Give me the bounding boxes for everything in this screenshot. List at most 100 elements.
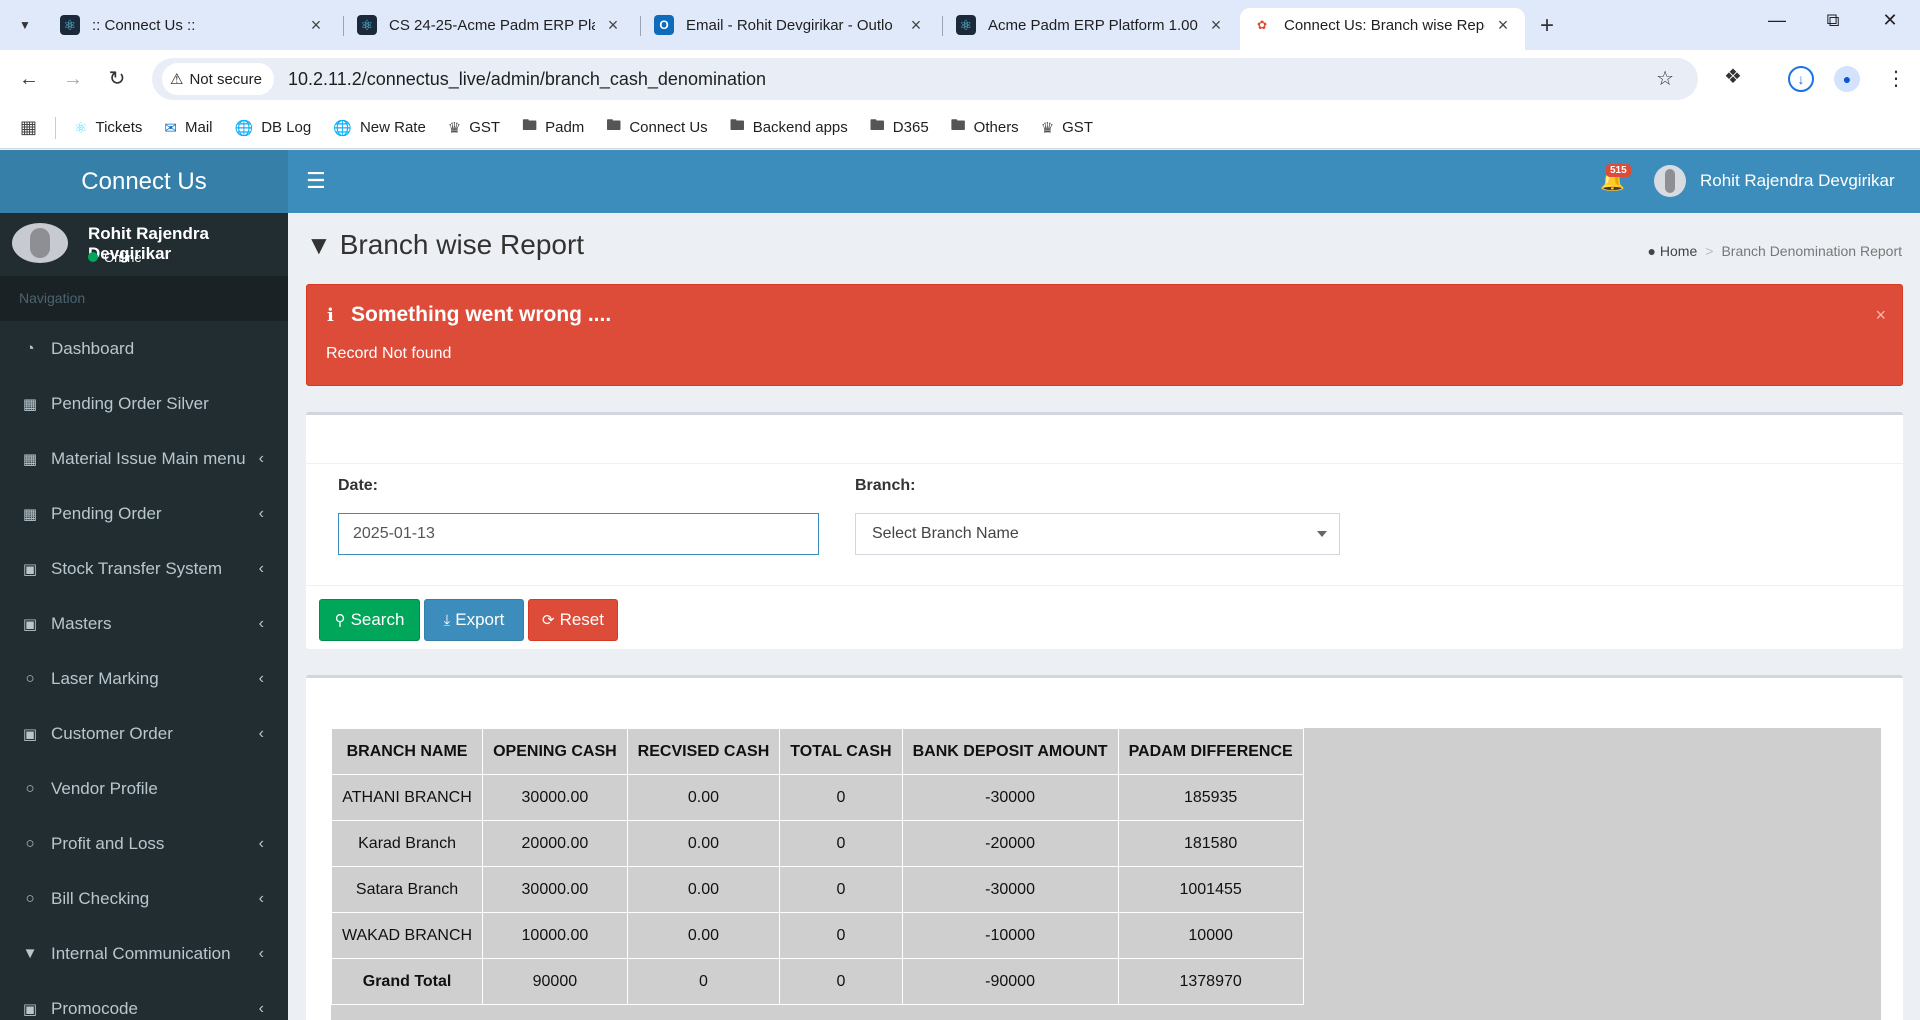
branch-select[interactable]: Select Branch Name bbox=[855, 513, 1340, 555]
sidebar-item-label: Promocode bbox=[51, 998, 138, 1018]
sidebar-item-vendor-profile[interactable]: ○ Vendor Profile bbox=[0, 761, 288, 816]
filter-icon: ▼ bbox=[306, 229, 332, 260]
sidebar-item-bill-checking[interactable]: ○ Bill Checking ‹ bbox=[0, 871, 288, 926]
sidebar-item-masters[interactable]: ▣ Masters ‹ bbox=[0, 596, 288, 651]
download-icon[interactable]: ↓ bbox=[1788, 66, 1814, 92]
bookmark-padm[interactable]: 🖿 Padm bbox=[522, 115, 584, 140]
top-navbar: ☰ 🔔 515 Rohit Rajendra Devgirikar bbox=[288, 150, 1920, 213]
minimize-button[interactable]: — bbox=[1762, 10, 1792, 31]
close-icon[interactable]: × bbox=[906, 15, 926, 36]
refresh-icon: ⟳ bbox=[542, 612, 555, 629]
table-row: WAKAD BRANCH 10000.00 0.00 0 -10000 10000 bbox=[330, 912, 1304, 959]
close-icon[interactable]: × bbox=[603, 15, 623, 36]
bookmark-d365[interactable]: 🖿 D365 bbox=[870, 115, 929, 140]
table-cell: -30000 bbox=[901, 866, 1119, 913]
error-alert: i Something went wrong .... Record Not f… bbox=[306, 284, 1903, 386]
table-header-row: BRANCH NAME OPENING CASH RECVISED CASH TOTA… bbox=[330, 728, 1304, 775]
column-header: BANK DEPOSIT AMOUNT bbox=[901, 728, 1119, 775]
alert-title: Something went wrong .... bbox=[351, 303, 612, 326]
folder-icon: 🖿 bbox=[522, 117, 538, 134]
table-cell: Satara Branch bbox=[330, 866, 484, 913]
bookmark-connect-us[interactable]: 🖿 Connect Us bbox=[606, 115, 707, 140]
sidebar-item-internal-communication[interactable]: ▼ Internal Communication ‹ bbox=[0, 926, 288, 981]
avatar[interactable] bbox=[1654, 165, 1686, 197]
sidebar-item-pending-order[interactable]: ▦ Pending Order ‹ bbox=[0, 486, 288, 541]
bookmark-others[interactable]: 🖿 Others bbox=[951, 115, 1019, 140]
reload-button[interactable]: ↻ bbox=[102, 64, 132, 94]
nav-header: Navigation bbox=[0, 276, 288, 321]
table-cell: -90000 bbox=[901, 958, 1119, 1005]
status-label: Online bbox=[104, 250, 142, 265]
header-user-name[interactable]: Rohit Rajendra Devgirikar bbox=[1700, 171, 1895, 191]
date-input[interactable]: 2025-01-13 bbox=[338, 513, 819, 555]
sidebar-item-stock-transfer-system[interactable]: ▣ Stock Transfer System ‹ bbox=[0, 541, 288, 596]
search-button[interactable]: ⚲ Search bbox=[319, 599, 420, 641]
extensions-icon[interactable]: ❖ bbox=[1724, 64, 1742, 89]
bookmark-tickets[interactable]: ⚛ Tickets bbox=[74, 119, 142, 137]
avatar bbox=[12, 223, 68, 263]
back-button[interactable]: ← bbox=[14, 64, 44, 94]
window-close-button[interactable]: ✕ bbox=[1875, 10, 1905, 31]
user-status: Online bbox=[88, 250, 142, 265]
export-button[interactable]: ⤓ Export bbox=[424, 599, 524, 641]
browser-tab[interactable]: ⚛ :: Connect Us :: × bbox=[48, 8, 338, 42]
page-title: ▼ Branch wise Report bbox=[306, 229, 584, 261]
bookmark-mail[interactable]: ✉ Mail bbox=[164, 119, 212, 137]
sidebar-item-customer-order[interactable]: ▣ Customer Order ‹ bbox=[0, 706, 288, 761]
column-header: PADAM DIFFERENCE bbox=[1117, 728, 1304, 775]
sidebar-item-profit-and-loss[interactable]: ○ Profit and Loss ‹ bbox=[0, 816, 288, 871]
bookmark-db-log[interactable]: 🌐 DB Log bbox=[235, 119, 312, 137]
browser-tab[interactable]: ⚛ CS 24-25-Acme Padm ERP Platf × bbox=[345, 8, 635, 42]
bookmark-gst-2[interactable]: ♛ GST bbox=[1041, 119, 1093, 137]
bookmarks-bar: ▦ ⚛ Tickets ✉ Mail 🌐 DB Log 🌐 New Rate ♛ GST … bbox=[0, 107, 1920, 149]
search-icon: ⚲ bbox=[334, 612, 346, 629]
close-icon[interactable]: × bbox=[306, 15, 326, 36]
table-cell: 20000.00 bbox=[482, 820, 628, 867]
table-icon: ▦ bbox=[22, 505, 38, 523]
sidebar-item-promocode[interactable]: ▣ Promocode ‹ bbox=[0, 981, 288, 1020]
sidebar-item-label: Profit and Loss bbox=[51, 833, 165, 853]
table-container: BRANCH NAME OPENING CASH RECVISED CASH TOTA… bbox=[330, 728, 1881, 1020]
forward-button[interactable]: → bbox=[58, 64, 88, 94]
new-tab-button[interactable]: + bbox=[1540, 12, 1554, 40]
sidebar-item-material-issue-main-menu[interactable]: ▦ Material Issue Main menu ‹ bbox=[0, 431, 288, 486]
brand-logo[interactable]: Connect Us bbox=[0, 150, 288, 213]
browser-tab[interactable]: ⚛ Acme Padm ERP Platform 1.00 2 × bbox=[944, 8, 1238, 42]
table-cell: 0.00 bbox=[626, 912, 781, 959]
close-icon[interactable]: × bbox=[1875, 305, 1886, 326]
bookmark-label: Tickets bbox=[95, 119, 143, 136]
notification-badge: 515 bbox=[1606, 164, 1631, 177]
report-box: BRANCH NAME OPENING CASH RECVISED CASH TOTA… bbox=[306, 675, 1903, 1020]
column-header: BRANCH NAME bbox=[330, 728, 484, 775]
address-bar[interactable]: ⚠ Not secure 10.2.11.2/connectus_live/ad… bbox=[152, 58, 1698, 100]
sidebar-item-dashboard[interactable]: ◔ Dashboard bbox=[0, 321, 288, 376]
restore-button[interactable]: ⧉ bbox=[1818, 10, 1848, 31]
profile-icon[interactable]: ● bbox=[1834, 66, 1860, 92]
table-row: ATHANI BRANCH 30000.00 0.00 0 -30000 185935 bbox=[330, 774, 1304, 821]
sidebar-item-label: Laser Marking bbox=[51, 668, 159, 688]
apps-grid-icon[interactable]: ▦ bbox=[20, 117, 37, 138]
breadcrumb-home[interactable]: Home bbox=[1660, 243, 1697, 259]
table-cell: 0 bbox=[779, 774, 903, 821]
bookmark-backend-apps[interactable]: 🖿 Backend apps bbox=[730, 115, 848, 140]
chevron-left-icon: ‹ bbox=[258, 504, 264, 522]
sidebar-item-pending-order-silver[interactable]: ▦ Pending Order Silver bbox=[0, 376, 288, 431]
table-cell: 0.00 bbox=[626, 820, 781, 867]
menu-kebab-icon[interactable]: ⋮ bbox=[1886, 66, 1906, 91]
bookmark-label: New Rate bbox=[359, 119, 426, 136]
close-icon[interactable]: × bbox=[1206, 15, 1226, 36]
browser-tab-active[interactable]: ✿ Connect Us: Branch wise Report × bbox=[1240, 8, 1525, 50]
bookmark-star-icon[interactable]: ☆ bbox=[1656, 66, 1674, 91]
url-text[interactable]: 10.2.11.2/connectus_live/admin/branch_ca… bbox=[288, 69, 766, 90]
hamburger-menu-icon[interactable]: ☰ bbox=[306, 168, 326, 194]
browser-tab[interactable]: O Email - Rohit Devgirikar - Outlo × bbox=[642, 8, 938, 42]
table-cell: 0 bbox=[626, 958, 781, 1005]
tab-search-button[interactable]: ▼ bbox=[10, 10, 40, 40]
bookmark-gst[interactable]: ♛ GST bbox=[448, 119, 500, 137]
sidebar-item-label: Pending Order bbox=[51, 503, 162, 523]
bookmark-new-rate[interactable]: 🌐 New Rate bbox=[333, 119, 426, 137]
reset-button[interactable]: ⟳ Reset bbox=[528, 599, 618, 641]
security-chip[interactable]: ⚠ Not secure bbox=[162, 63, 274, 95]
close-icon[interactable]: × bbox=[1493, 15, 1513, 36]
sidebar-item-laser-marking[interactable]: ○ Laser Marking ‹ bbox=[0, 651, 288, 706]
